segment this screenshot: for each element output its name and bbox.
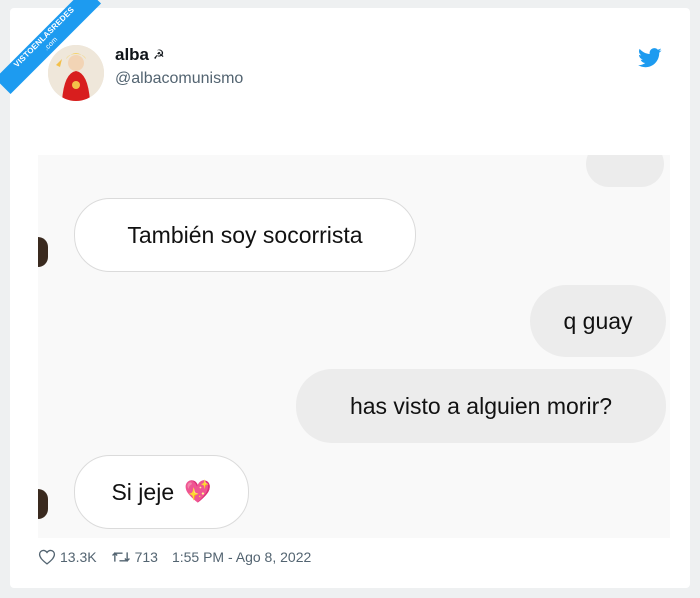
retweet-count: 713: [134, 549, 158, 565]
message-bubble: has visto a alguien morir?: [296, 369, 666, 443]
retweet-button[interactable]: 713: [111, 549, 158, 565]
hammer-sickle-emoji: ☭: [153, 47, 165, 62]
like-button[interactable]: 13.3K: [38, 549, 97, 565]
message-text: q guay: [563, 307, 633, 334]
cut-off-bubble: [586, 155, 664, 187]
author-handle[interactable]: @albacomunismo: [115, 70, 243, 88]
like-count: 13.3K: [60, 549, 97, 565]
retweet-icon: [111, 552, 130, 562]
chat-screenshot: También soy socorrista q guay has visto …: [38, 155, 670, 538]
message-bubble: Si jeje 💖: [74, 455, 249, 529]
message-bubble: q guay: [530, 285, 666, 357]
message-text: También soy socorrista: [127, 221, 363, 248]
message-bubble: También soy socorrista: [74, 198, 416, 272]
contact-avatar: [38, 489, 48, 519]
avatar[interactable]: [48, 45, 104, 101]
message-text: has visto a alguien morir?: [349, 392, 613, 419]
heart-icon: [38, 549, 56, 565]
sparkling-heart-emoji: 💖: [184, 479, 212, 504]
author-name[interactable]: alba: [115, 45, 149, 65]
tweet-card: VISTOENLASREDES .com alba ☭ @albacomunis…: [0, 0, 690, 588]
tweet-timestamp[interactable]: 1:55 PM - Ago 8, 2022: [172, 549, 311, 565]
avatar-image: [48, 45, 104, 101]
message-text: Si jeje: [111, 478, 175, 505]
contact-avatar: [38, 237, 48, 267]
twitter-bird-icon[interactable]: [638, 48, 662, 68]
